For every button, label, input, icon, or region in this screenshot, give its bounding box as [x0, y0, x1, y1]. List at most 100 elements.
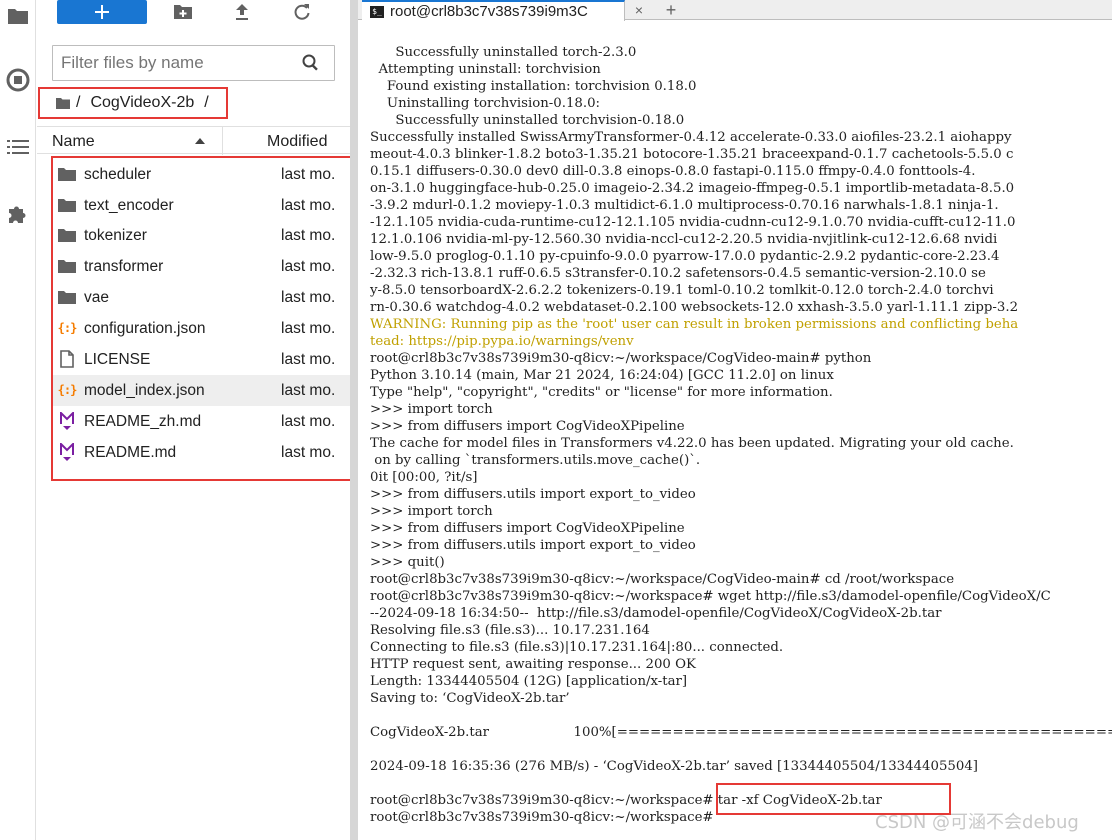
terminal-line: 12.1.0.106 nvidia-ml-py-12.560.30 nvidia… [370, 232, 998, 247]
file-browser-toolbar [37, 0, 350, 30]
file-row-readme-zh-md[interactable]: README_zh.md last mo. [53, 406, 351, 437]
terminal-line: Uninstalling torchvision-0.18.0: [370, 96, 601, 111]
file-browser: / CogVideoX-2b / Name Modified scheduler… [37, 0, 353, 840]
file-row-model-index-json[interactable]: {:} model_index.json last mo. [53, 375, 351, 406]
column-divider[interactable] [222, 127, 223, 155]
tab-bar: $_ root@crl8b3c7v38s739i9m3C × + [358, 0, 1112, 21]
terminal-line: Attempting uninstall: torchvision [370, 62, 601, 77]
file-row-vae[interactable]: vae last mo. [53, 282, 351, 313]
terminal-line: root@crl8b3c7v38s739i9m30-q8icv:~/worksp… [370, 351, 872, 366]
terminal-line: >>> quit() [370, 555, 445, 570]
terminal-line: 2024-09-18 16:35:36 (276 MB/s) - ‘CogVid… [370, 759, 978, 774]
folder-icon [58, 226, 76, 244]
file-modified: last mo. [281, 289, 336, 306]
panel-splitter[interactable] [350, 0, 358, 840]
terminal-line: y-8.5.0 tensorboardX-2.6.2.2 tokenizers-… [370, 283, 994, 298]
breadcrumb-folder[interactable]: CogVideoX-2b [90, 94, 194, 112]
terminal-line: Successfully installed SwissArmyTransfor… [370, 130, 1012, 145]
terminal-line: Successfully uninstalled torchvision-0.1… [370, 113, 685, 128]
file-modified: last mo. [281, 413, 336, 430]
terminal-panel: $_ root@crl8b3c7v38s739i9m3C × + Success… [358, 0, 1112, 840]
add-tab-button[interactable]: + [658, 0, 684, 20]
markdown-file-icon [58, 412, 76, 430]
terminal-line: rn-0.30.6 watchdog-4.0.2 webdataset-0.2.… [370, 300, 1019, 315]
json-file-icon: {:} [57, 321, 78, 335]
breadcrumb-folder-icon[interactable] [56, 97, 70, 109]
folder-icon [58, 288, 76, 306]
table-of-contents-icon[interactable] [4, 133, 32, 161]
terminal-line: Successfully uninstalled torch-2.3.0 [370, 45, 637, 60]
file-row-readme-md[interactable]: README.md last mo. [53, 437, 351, 468]
terminal-line: --2024-09-18 16:34:50-- http://file.s3/d… [370, 606, 942, 621]
terminal-tab[interactable]: $_ root@crl8b3c7v38s739i9m3C [362, 0, 625, 21]
markdown-file-icon [58, 443, 76, 461]
file-modified: last mo. [281, 320, 336, 337]
terminal-line: Resolving file.s3 (file.s3)... 10.17.231… [370, 623, 650, 638]
terminal-line: 0it [00:00, ?it/s] [370, 470, 478, 485]
close-icon[interactable]: × [626, 0, 652, 20]
extension-icon[interactable] [4, 200, 32, 228]
file-row-text-encoder[interactable]: text_encoder last mo. [53, 190, 351, 221]
new-folder-icon[interactable] [172, 2, 194, 22]
refresh-icon[interactable] [291, 2, 313, 22]
terminal-output[interactable]: Successfully uninstalled torch-2.3.0 Att… [358, 36, 1112, 840]
terminal-line: tead: https://pip.pypa.io/warnings/venv [370, 334, 634, 349]
file-modified: last mo. [281, 166, 336, 183]
terminal-line: Found existing installation: torchvision… [370, 79, 697, 94]
filter-files-box [52, 45, 335, 81]
terminal-line: HTTP request sent, awaiting response... … [370, 657, 696, 672]
terminal-line: on by calling `transformers.utils.move_c… [370, 453, 701, 468]
file-list-header: Name Modified [37, 126, 350, 155]
terminal-line: >>> from diffusers import CogVideoXPipel… [370, 419, 685, 434]
folder-icon [58, 257, 76, 275]
terminal-line: 0.15.1 diffusers-0.30.0 dev0 dill-0.3.8 … [370, 164, 976, 179]
terminal-icon: $_ [370, 5, 384, 18]
file-modified: last mo. [281, 382, 336, 399]
file-name: configuration.json [84, 320, 206, 337]
terminal-line: -3.9.2 mdurl-0.1.2 moviepy-1.0.3 multidi… [370, 198, 999, 213]
file-row-scheduler[interactable]: scheduler last mo. [53, 159, 351, 190]
file-row-transformer[interactable]: transformer last mo. [53, 251, 351, 282]
terminal-line: root@crl8b3c7v38s739i9m30-q8icv:~/worksp… [370, 589, 1051, 604]
terminal-line: low-9.5.0 proglog-0.1.10 py-cpuinfo-9.0.… [370, 249, 1000, 264]
terminal-line: on-3.1.0 huggingface-hub-0.25.0 imageio-… [370, 181, 1015, 196]
terminal-line: >>> import torch [370, 402, 493, 417]
file-modified: last mo. [281, 258, 336, 275]
terminal-line: The cache for model files in Transformer… [370, 436, 1014, 451]
terminal-line: >>> from diffusers.utils import export_t… [370, 538, 696, 553]
filter-files-input[interactable] [61, 48, 301, 78]
terminal-line: WARNING: Running pip as the 'root' user … [370, 317, 1019, 332]
upload-icon[interactable] [231, 2, 253, 22]
breadcrumb-root[interactable]: / [76, 94, 80, 112]
breadcrumb: / CogVideoX-2b / [38, 87, 228, 119]
watermark: CSDN @可涵不会debug [875, 812, 1079, 833]
new-launcher-button[interactable] [57, 0, 147, 24]
terminal-line: root@crl8b3c7v38s739i9m30-q8icv:~/worksp… [370, 572, 955, 587]
file-name: scheduler [84, 166, 152, 183]
sort-ascending-icon [195, 138, 205, 144]
file-row-license[interactable]: LICENSE last mo. [53, 344, 351, 375]
terminal-line: CogVideoX-2b.tar 100%[==================… [370, 725, 1112, 740]
folder-icon[interactable] [4, 2, 32, 30]
terminal-line: >>> import torch [370, 504, 493, 519]
terminal-tab-title: root@crl8b3c7v38s739i9m3C [390, 3, 588, 20]
activity-bar [0, 0, 36, 840]
terminal-line: root@crl8b3c7v38s739i9m30-q8icv:~/worksp… [370, 810, 718, 825]
terminal-line: Connecting to file.s3 (file.s3)|10.17.23… [370, 640, 784, 655]
file-modified: last mo. [281, 197, 336, 214]
file-row-tokenizer[interactable]: tokenizer last mo. [53, 220, 351, 251]
terminal-line: -2.32.3 rich-13.8.1 ruff-0.6.5 s3transfe… [370, 266, 986, 281]
file-name: model_index.json [84, 382, 205, 399]
json-file-icon: {:} [57, 383, 78, 397]
file-name: README_zh.md [84, 413, 202, 430]
plus-icon [95, 5, 109, 19]
file-row-configuration-json[interactable]: {:} configuration.json last mo. [53, 313, 351, 344]
terminal-line: meout-4.0.3 blinker-1.8.2 boto3-1.35.21 … [370, 147, 1014, 162]
running-icon[interactable] [4, 66, 32, 94]
terminal-line: >>> from diffusers.utils import export_t… [370, 487, 696, 502]
folder-icon [58, 196, 76, 214]
terminal-line: Type "help", "copyright", "credits" or "… [370, 385, 833, 400]
file-name: tokenizer [84, 227, 147, 244]
modified-column-header[interactable]: Modified [267, 133, 327, 151]
name-column-header[interactable]: Name [52, 133, 95, 151]
